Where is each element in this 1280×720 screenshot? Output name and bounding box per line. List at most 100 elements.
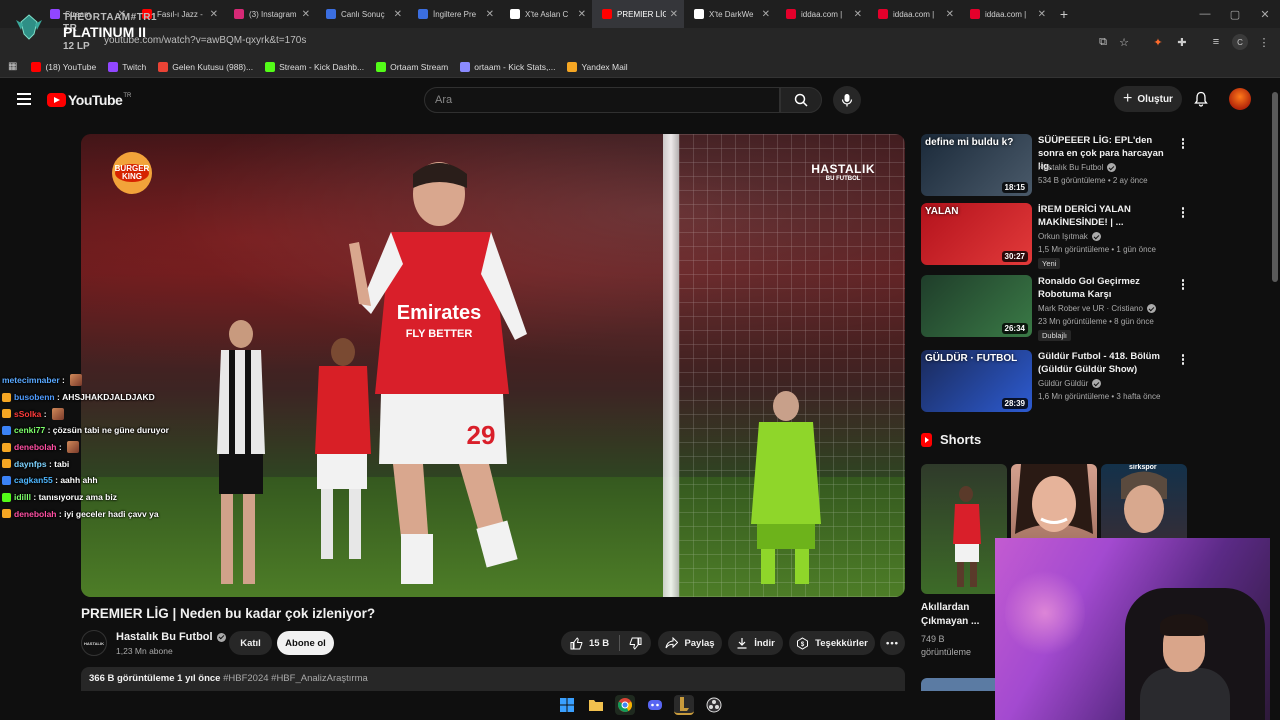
join-button[interactable]: Katıl xyxy=(229,631,272,655)
tab-label: (3) Instagram xyxy=(249,9,297,19)
video-player[interactable]: Emirates FLY BETTER 29 BURGER KING HASTA… xyxy=(81,134,905,597)
recommended-channel[interactable]: Güldür Güldür xyxy=(1038,379,1102,388)
browser-tab[interactable]: Canlı Sonuç ✕ xyxy=(316,0,408,28)
browser-tab[interactable]: PREMIER LİG ✕ xyxy=(592,0,684,28)
video-thumbnail[interactable]: define mi buldu k? 18:15 xyxy=(921,134,1032,196)
browser-tab[interactable]: iddaa.com | ✕ xyxy=(868,0,960,28)
share-button[interactable]: Paylaş xyxy=(658,631,722,655)
bookmark-item[interactable]: (18) YouTube xyxy=(31,61,97,72)
recommended-channel[interactable]: Hastalık Bu Futbol xyxy=(1038,163,1117,172)
more-vertical-icon[interactable] xyxy=(1179,138,1187,150)
more-actions-button[interactable]: ••• xyxy=(880,631,905,655)
channel-avatar[interactable]: HASTALIK xyxy=(81,630,107,656)
browser-menu-icon[interactable]: ⋮ xyxy=(1256,34,1272,50)
scrollbar-thumb[interactable] xyxy=(1272,92,1278,282)
close-tab-icon[interactable]: ✕ xyxy=(670,9,678,20)
notifications-button[interactable] xyxy=(1190,88,1212,110)
bookmark-item[interactable]: ortaam - Kick Stats,... xyxy=(460,61,555,72)
browser-tab[interactable]: İngiltere Pre ✕ xyxy=(408,0,500,28)
recommended-video-title[interactable]: Ronaldo Gol Geçirmez Robotuma Karşı xyxy=(1038,275,1178,301)
apps-grid-icon[interactable]: ▦ xyxy=(8,61,17,72)
close-tab-icon[interactable]: ✕ xyxy=(394,9,402,20)
hashtags[interactable]: #HBF2024 #HBF_AnalizAraştırma xyxy=(223,673,368,684)
more-vertical-icon[interactable] xyxy=(1179,354,1187,366)
windows-start-icon[interactable] xyxy=(557,695,577,715)
download-button[interactable]: İndir xyxy=(728,631,783,655)
tab-label: Canlı Sonuç xyxy=(341,9,385,19)
more-vertical-icon[interactable] xyxy=(1179,207,1187,219)
video-thumbnail[interactable]: GÜLDÜR · FUTBOL 28:39 xyxy=(921,350,1032,412)
minimize-button[interactable]: — xyxy=(1190,0,1220,28)
browser-tab[interactable]: iddaa.com | ✕ xyxy=(960,0,1052,28)
create-button[interactable]: + Oluştur xyxy=(1114,86,1182,112)
streamer-webcam xyxy=(995,538,1280,720)
close-tab-icon[interactable]: ✕ xyxy=(302,9,310,20)
bookmark-label: (18) YouTube xyxy=(45,61,97,72)
close-tab-icon[interactable]: ✕ xyxy=(946,9,954,20)
recommended-channel[interactable]: Orkun Işıtmak xyxy=(1038,232,1101,241)
new-tab-button[interactable]: + xyxy=(1052,6,1076,22)
voice-search-button[interactable] xyxy=(833,86,861,114)
subscribe-button[interactable]: Abone ol xyxy=(277,631,334,655)
menu-icon[interactable] xyxy=(17,93,31,105)
bookmark-item[interactable]: Gelen Kutusu (988)... xyxy=(158,61,253,72)
like-button[interactable] xyxy=(570,636,583,650)
watermark-top: HASTALIK xyxy=(811,162,875,176)
recommended-badge: Yeni xyxy=(1038,258,1061,269)
youtube-logo[interactable]: YouTube TR xyxy=(47,92,131,108)
description-box[interactable]: 366 B görüntüleme 1 yıl önce #HBF2024 #H… xyxy=(81,667,905,691)
more-vertical-icon[interactable] xyxy=(1179,279,1187,291)
browser-tab[interactable]: X'te DarkWe ✕ xyxy=(684,0,776,28)
close-tab-icon[interactable]: ✕ xyxy=(210,9,218,20)
recommended-video[interactable]: define mi buldu k? 18:15 SÜÜPEEER LİG: EPL… xyxy=(921,134,1191,198)
dislike-button[interactable] xyxy=(629,637,642,650)
bookmark-favicon-icon xyxy=(460,61,471,72)
tab-favicon-icon xyxy=(878,9,888,19)
search-input[interactable]: Ara xyxy=(424,87,780,113)
bookmark-item[interactable]: Stream - Kick Dashb... xyxy=(265,61,364,72)
close-tab-icon[interactable]: ✕ xyxy=(1038,9,1046,20)
install-app-icon[interactable]: ⧉ xyxy=(1095,34,1111,50)
close-window-button[interactable]: ✕ xyxy=(1250,0,1280,28)
search-button[interactable] xyxy=(780,87,822,113)
discord-icon[interactable] xyxy=(645,695,665,715)
thanks-button[interactable]: $ Teşekkürler xyxy=(789,631,875,655)
bookmark-star-icon[interactable]: ☆ xyxy=(1116,34,1132,50)
browser-tab[interactable]: X'te Aslan C ✕ xyxy=(500,0,592,28)
obs-icon[interactable] xyxy=(704,695,724,715)
bookmark-item[interactable]: Ortaam Stream xyxy=(376,61,448,72)
maximize-button[interactable]: ▢ xyxy=(1220,0,1250,28)
channel-name[interactable]: Hastalık Bu Futbol xyxy=(116,631,226,643)
recommended-video[interactable]: GÜLDÜR · FUTBOL 28:39 Güldür Futbol - 418.… xyxy=(921,350,1191,414)
recommended-video-title[interactable]: Güldür Futbol - 418. Bölüm (Güldür Güldü… xyxy=(1038,350,1178,376)
close-tab-icon[interactable]: ✕ xyxy=(486,9,494,20)
browser-tab[interactable]: (3) Instagram ✕ xyxy=(224,0,316,28)
thumbs-up-icon xyxy=(570,636,583,649)
tab-favicon-icon xyxy=(326,9,336,19)
file-explorer-icon[interactable] xyxy=(586,695,606,715)
short-title[interactable]: Akıllardan Çıkmayan ... xyxy=(921,601,991,629)
close-tab-icon[interactable]: ✕ xyxy=(578,9,586,20)
tab-search-icon[interactable]: ≡ xyxy=(1208,34,1224,50)
extension-icon[interactable]: ✦ xyxy=(1150,34,1166,50)
recommended-channel[interactable]: Mark Rober ve UR · Cristiano xyxy=(1038,304,1156,313)
chrome-icon[interactable] xyxy=(615,695,635,715)
close-tab-icon[interactable]: ✕ xyxy=(762,9,770,20)
bookmark-item[interactable]: Yandex Mail xyxy=(567,61,628,72)
league-client-icon[interactable] xyxy=(674,695,694,715)
svg-text:FLY BETTER: FLY BETTER xyxy=(406,328,473,340)
recommended-video[interactable]: 26:34 Ronaldo Gol Geçirmez Robotuma Karşı… xyxy=(921,275,1191,341)
video-thumbnail[interactable]: 26:34 xyxy=(921,275,1032,337)
extensions-puzzle-icon[interactable]: ✚ xyxy=(1174,34,1190,50)
recommended-video-title[interactable]: İREM DERİCİ YALAN MAKİNESİNDE! | ... xyxy=(1038,203,1178,229)
close-tab-icon[interactable]: ✕ xyxy=(854,9,862,20)
celebrating-player-figure: Emirates FLY BETTER 29 xyxy=(349,162,527,584)
bookmark-item[interactable]: Twitch xyxy=(108,61,146,72)
super-thanks-icon: $ xyxy=(796,636,809,650)
profile-avatar[interactable]: C xyxy=(1232,34,1248,50)
page-scrollbar[interactable] xyxy=(1270,80,1280,720)
video-thumbnail[interactable]: YALAN 30:27 xyxy=(921,203,1032,265)
recommended-video[interactable]: YALAN 30:27 İREM DERİCİ YALAN MAKİNESİNDE!… xyxy=(921,203,1191,269)
account-avatar[interactable] xyxy=(1229,88,1251,110)
browser-tab[interactable]: iddaa.com | ✕ xyxy=(776,0,868,28)
